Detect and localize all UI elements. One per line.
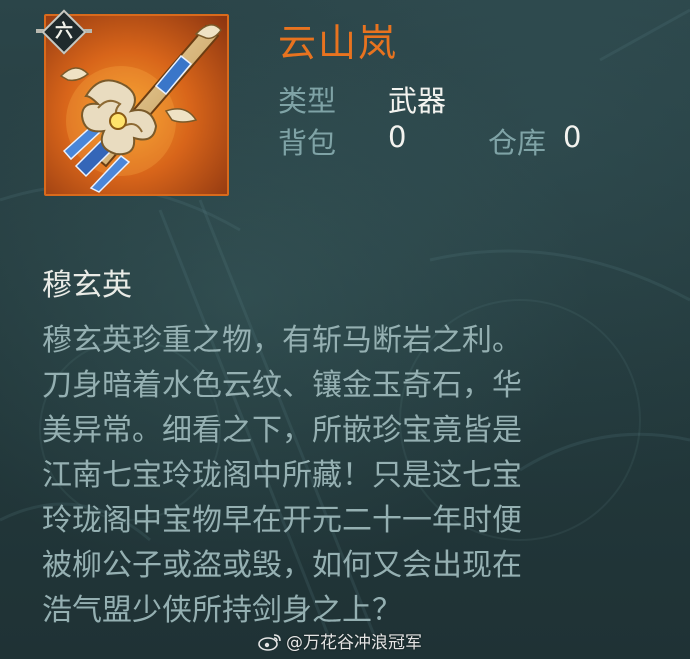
description-line: 穆玄英珍重之物，有斩马断岩之利。 <box>42 323 522 358</box>
warehouse-label: 仓库 <box>488 126 547 160</box>
description-line: 被柳公子或盗或毁，如何又会出现在 <box>42 548 522 583</box>
item-name: 云山岚 <box>278 21 399 65</box>
tier-number: 六 <box>55 21 73 42</box>
description-line: 美异常。细看之下，所嵌珍宝竟皆是 <box>42 413 522 448</box>
item-description: 穆玄英珍重之物，有斩马断岩之利。 刀身暗着水色云纹、镶金玉奇石，华 美异常。细看… <box>42 318 652 633</box>
type-value: 武器 <box>388 84 447 118</box>
bag-count: 0 <box>388 120 407 154</box>
item-tooltip-panel: 六 云山岚 类型 武器 背包 0 仓库 0 穆玄英 穆玄英珍重之物，有斩马断岩之… <box>0 0 690 659</box>
watermark-text: @万花谷冲浪冠军 <box>286 633 422 653</box>
bag-label: 背包 <box>278 126 337 160</box>
weibo-watermark: @万花谷冲浪冠军 <box>258 628 422 653</box>
description-line: 江南七宝玲珑阁中所藏！只是这七宝 <box>42 458 522 493</box>
description-line: 刀身暗着水色云纹、镶金玉奇石，华 <box>42 368 522 403</box>
tier-badge: 六 <box>36 9 96 55</box>
description-line: 浩气盟少侠所持剑身之上？ <box>42 593 402 628</box>
type-label: 类型 <box>278 84 337 118</box>
warehouse-count: 0 <box>563 120 582 154</box>
item-subtitle: 穆玄英 <box>42 268 132 303</box>
weibo-icon <box>258 634 281 651</box>
description-line: 玲珑阁中宝物早在开元二十一年时便 <box>42 503 522 538</box>
